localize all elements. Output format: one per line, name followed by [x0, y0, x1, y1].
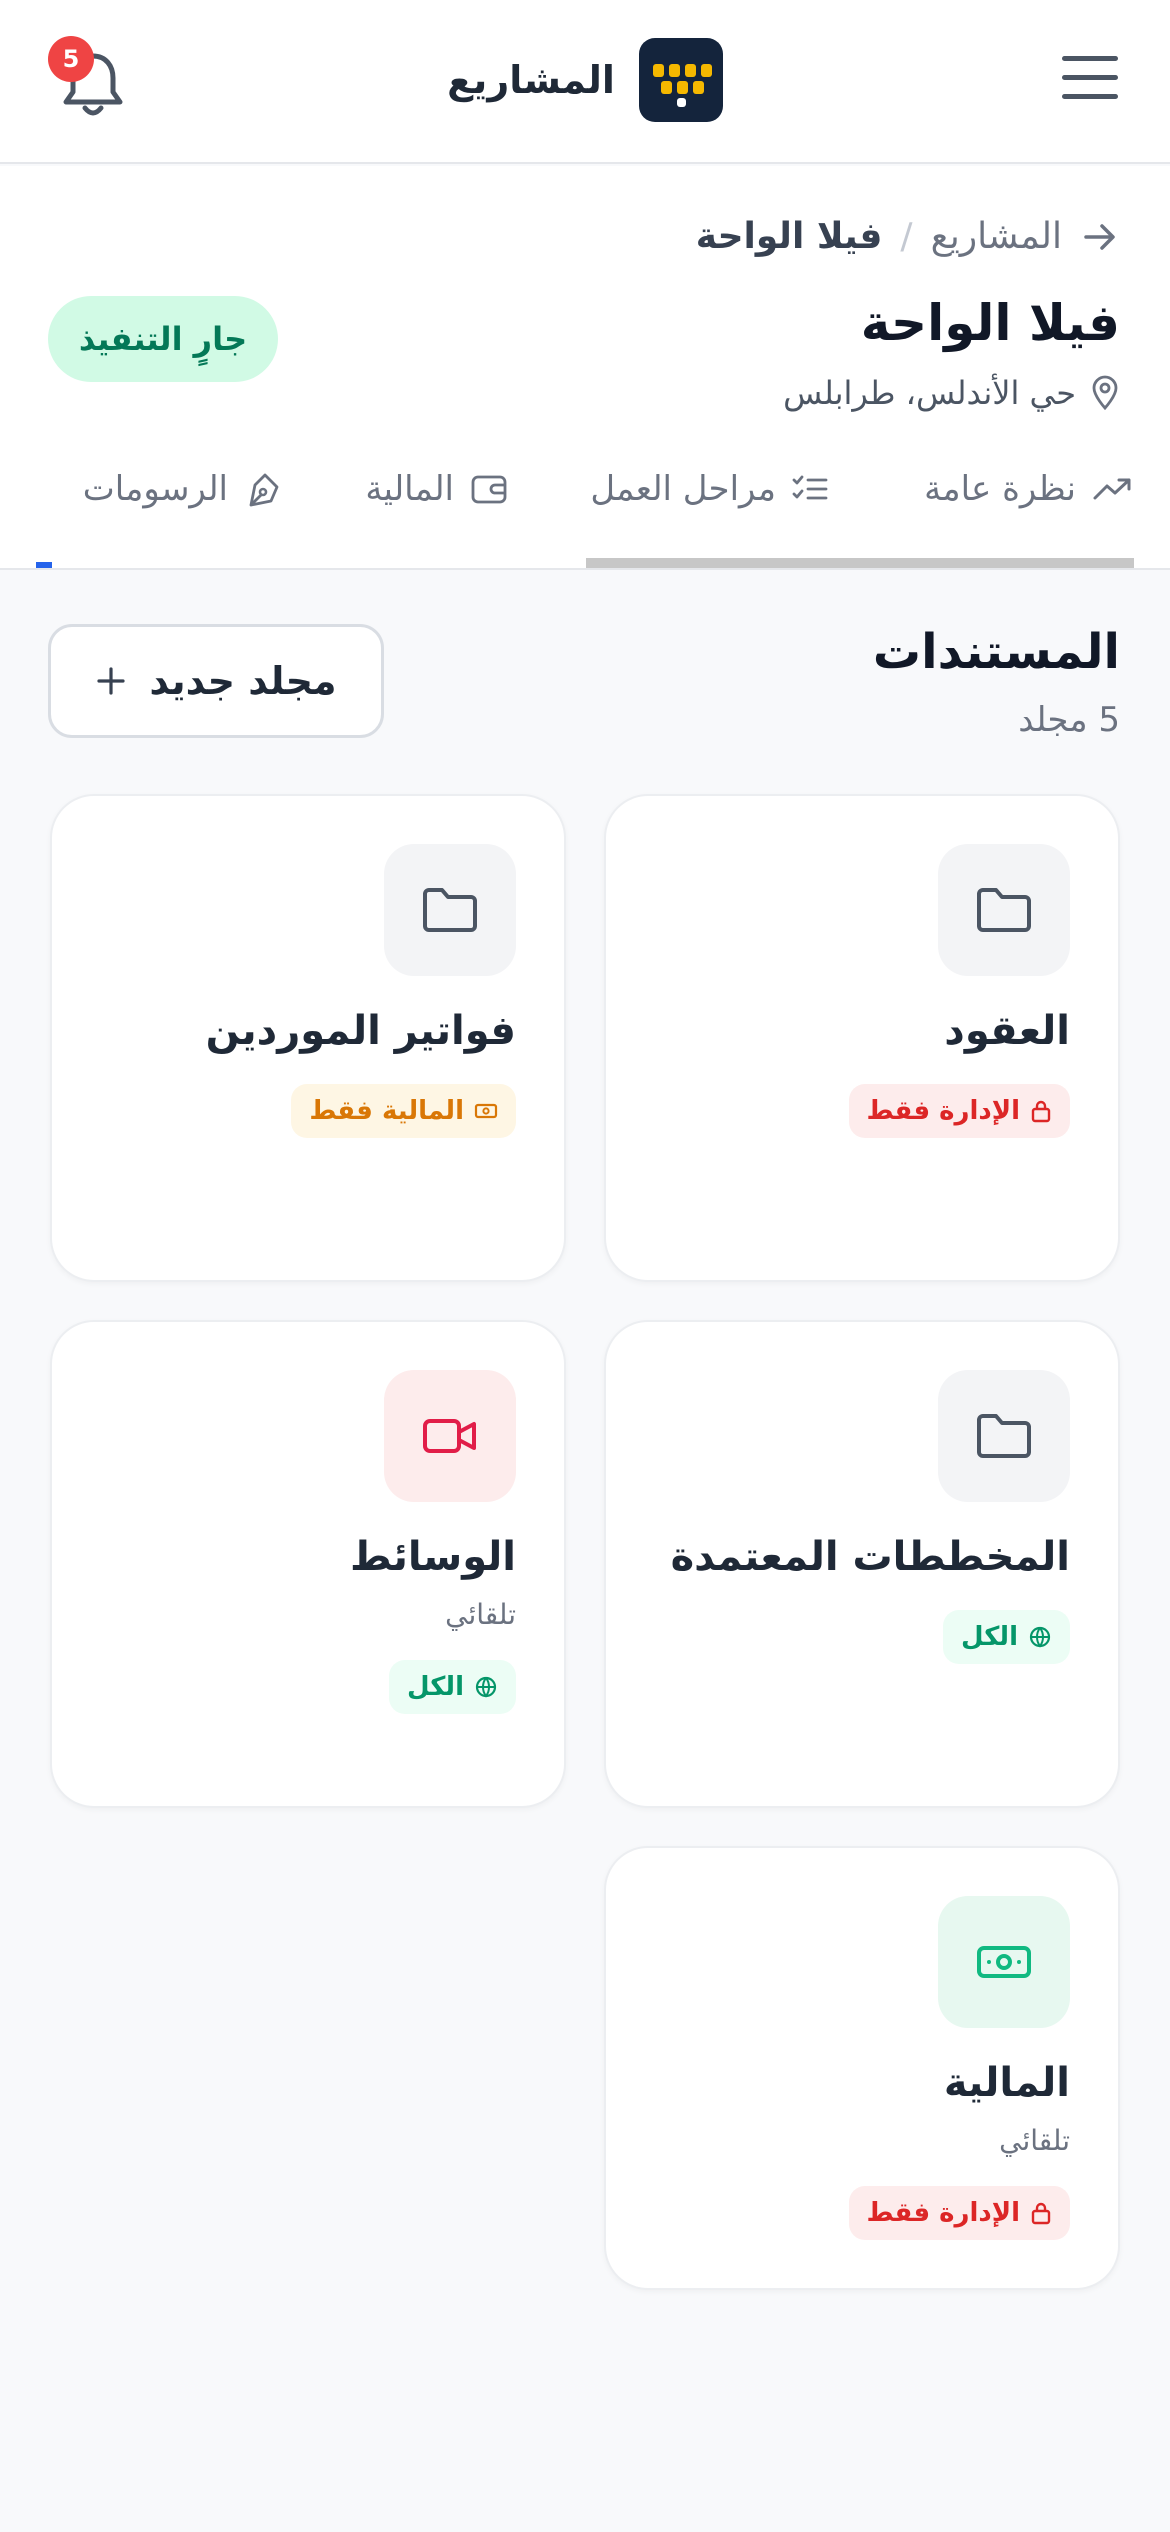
folder-name: المخططات المعتمدة — [670, 1534, 1070, 1580]
project-header: المشاريع / فيلا الواحة فيلا الواحة حي ال… — [0, 166, 1170, 570]
tab-label: المالية — [365, 469, 454, 509]
tab-label: مراحل العمل — [590, 469, 776, 509]
location-text: حي الأندلس، طرابلس — [783, 374, 1076, 412]
folder-card-contracts[interactable]: العقود الإدارة فقط — [604, 794, 1120, 1282]
top-app-bar: المشاريع 5 — [0, 0, 1170, 164]
access-tag: المالية فقط — [291, 1084, 516, 1138]
plus-icon — [97, 667, 126, 695]
project-tabs: نظرة عامة مراحل العمل المالية الرسومات — [0, 436, 1170, 568]
access-tag-label: الإدارة فقط — [866, 1096, 1020, 1126]
status-badge: جارٍ التنفيذ — [48, 296, 278, 382]
breadcrumb-separator: / — [900, 216, 913, 257]
app-title: المشاريع — [447, 58, 615, 102]
access-tag-label: الكل — [960, 1622, 1018, 1652]
arrow-right-icon[interactable] — [1080, 217, 1120, 257]
globe-icon — [1029, 1626, 1051, 1648]
access-tag: الإدارة فقط — [848, 1084, 1070, 1138]
folder-card-finance[interactable]: المالية تلقائي الإدارة فقط — [604, 1846, 1120, 2290]
folder-auto-label: تلقائي — [445, 1598, 516, 1631]
tab-label: نظرة عامة — [924, 469, 1076, 509]
folder-card-approved-plans[interactable]: المخططات المعتمدة الكل — [604, 1320, 1120, 1808]
banknote-icon — [938, 1896, 1070, 2028]
access-tag: الكل — [388, 1660, 516, 1714]
folder-auto-label: تلقائي — [999, 2124, 1070, 2157]
folder-name: فواتير الموردين — [205, 1008, 516, 1054]
access-tag-label: المالية فقط — [309, 1096, 464, 1126]
access-tag: الإدارة فقط — [848, 2186, 1070, 2240]
trending-up-icon — [1093, 478, 1131, 500]
tab-label: الرسومات — [82, 469, 228, 509]
pen-tool-icon — [249, 473, 279, 507]
documents-title: المستندات — [872, 624, 1120, 680]
tab-scroll-indicator — [586, 558, 1134, 568]
globe-icon — [475, 1676, 497, 1698]
new-folder-label: مجلد جديد — [149, 659, 337, 703]
notification-count-badge: 5 — [48, 36, 94, 82]
breadcrumb-projects-link[interactable]: المشاريع — [931, 216, 1062, 257]
folder-name: الوسائط — [349, 1534, 516, 1580]
lock-icon — [1031, 2202, 1051, 2225]
breadcrumb: المشاريع / فيلا الواحة — [696, 216, 1120, 257]
access-tag-label: الكل — [406, 1672, 464, 1702]
banknote-icon — [474, 1103, 498, 1119]
tab-finance[interactable]: المالية — [365, 436, 508, 568]
tab-drawings[interactable]: الرسومات — [83, 436, 282, 568]
map-pin-icon — [1092, 375, 1118, 411]
brand: المشاريع — [0, 38, 1170, 122]
access-tag: الكل — [942, 1610, 1070, 1664]
tab-work-stages[interactable]: مراحل العمل — [590, 436, 828, 568]
folder-name: العقود — [944, 1008, 1070, 1054]
folder-icon — [938, 1370, 1070, 1502]
app-logo — [638, 38, 723, 122]
project-location: حي الأندلس، طرابلس — [783, 374, 1120, 412]
video-icon — [384, 1370, 516, 1502]
folder-icon — [938, 844, 1070, 976]
folder-name: المالية — [943, 2060, 1070, 2106]
wallet-icon — [471, 475, 507, 504]
new-folder-button[interactable]: مجلد جديد — [48, 624, 384, 738]
checklist-icon — [792, 475, 828, 500]
lock-icon — [1031, 1100, 1051, 1123]
tab-overview[interactable]: نظرة عامة — [924, 436, 1132, 568]
active-tab-indicator — [36, 562, 52, 568]
folder-card-supplier-invoices[interactable]: فواتير الموردين المالية فقط — [50, 794, 566, 1282]
folder-icon — [384, 844, 516, 976]
breadcrumb-current: فيلا الواحة — [695, 216, 883, 257]
page-title: فيلا الواحة — [860, 294, 1120, 352]
folders-count: 5 مجلد — [1018, 700, 1120, 740]
folder-card-media[interactable]: الوسائط تلقائي الكل — [50, 1320, 566, 1808]
access-tag-label: الإدارة فقط — [866, 2198, 1020, 2228]
